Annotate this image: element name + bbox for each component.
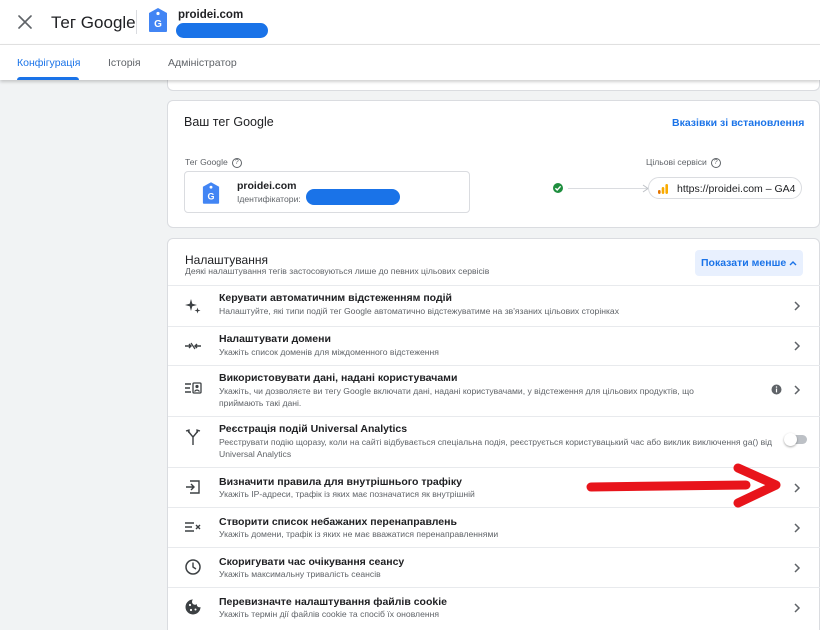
settings-subtitle: Деякі налаштування тегів застосовуються … (185, 266, 490, 276)
active-tab-indicator (17, 77, 79, 80)
row-title: Визначити правила для внутрішнього трафі… (219, 476, 462, 488)
arrows-inward-icon (185, 342, 201, 350)
app-title: Тег Google (51, 13, 136, 32)
list-remove-icon (185, 522, 201, 532)
info-icon[interactable] (771, 384, 782, 395)
toggle-thumb (784, 433, 797, 446)
settings-heading: Налаштування (185, 253, 268, 267)
tab-admin[interactable]: Адміністратор (168, 57, 237, 69)
main-content: Ваш тег Google Вказівки зі встановлення … (0, 72, 820, 630)
connection-status-icon (553, 183, 563, 193)
row-description: Укажіть список доменів для міждоменного … (219, 347, 439, 357)
red-annotation-arrow-icon (586, 463, 781, 508)
your-tag-heading: Ваш тег Google (184, 115, 274, 129)
row-description: Налаштуйте, які типи подій тег Google ав… (219, 306, 619, 316)
settings-row-cookie-settings[interactable]: Перевизначте налаштування файлів cookie … (168, 587, 820, 630)
close-icon (18, 15, 32, 29)
close-button[interactable] (14, 11, 36, 33)
tab-bar: Конфігурація Історія Адміністратор (0, 44, 820, 80)
settings-row-user-provided-data[interactable]: Використовувати дані, надані користувача… (168, 365, 820, 416)
row-title: Перевизначте налаштування файлів cookie (219, 596, 447, 608)
settings-row-unwanted-referrals[interactable]: Створити список небажаних перенаправлень… (168, 507, 820, 547)
show-less-label: Показати менше (701, 257, 787, 269)
row-title: Реєстрація подій Universal Analytics (219, 423, 408, 435)
row-title: Використовувати дані, надані користувача… (219, 372, 458, 384)
row-description: Укажіть, чи дозволяєте ви тегу Google вк… (219, 386, 694, 408)
chevron-up-icon (789, 261, 797, 266)
google-analytics-icon (658, 184, 668, 194)
chevron-right-icon (794, 341, 801, 351)
row-description: Укажіть максимальну тривалість сеансів (219, 569, 381, 579)
row-description: Укажіть термін дії файлів cookie та спос… (219, 609, 440, 619)
cookie-icon (185, 599, 201, 615)
chevron-right-icon (794, 523, 801, 533)
chevron-right-icon (794, 603, 801, 613)
account-name: proidei.com (178, 9, 244, 21)
row-description: Укажіть домени, трафік із яких не має вв… (219, 529, 499, 539)
chevron-right-icon (794, 563, 801, 573)
tag-label-text: Тег Google (185, 157, 228, 167)
redacted-tag-ids (306, 189, 400, 205)
chevron-right-icon (794, 483, 801, 493)
google-tag-icon: G (202, 182, 220, 204)
chevron-right-icon (794, 301, 801, 311)
tag-box[interactable]: G proidei.com Ідентифікатори: (184, 171, 470, 213)
connector-line (568, 188, 648, 189)
google-tag-logo-icon: G (149, 8, 167, 32)
tab-configuration[interactable]: Конфігурація (17, 57, 80, 69)
show-less-button[interactable]: Показати менше (695, 250, 803, 276)
settings-row-session-timeout[interactable]: Скоригувати час очікування сеансу Укажіт… (168, 547, 820, 587)
tag-name: proidei.com (237, 180, 297, 192)
destination-chip[interactable]: https://proidei.com – GA4 (648, 177, 802, 199)
destinations-label: Цільові сервіси? (646, 157, 721, 168)
destinations-label-text: Цільові сервіси (646, 157, 707, 167)
header-divider (136, 10, 137, 34)
help-icon[interactable]: ? (710, 157, 721, 168)
clock-icon (185, 559, 201, 575)
chevron-right-icon (794, 385, 801, 395)
row-title: Скоригувати час очікування сеансу (219, 556, 405, 568)
tag-id-label: Ідентифікатори: (237, 194, 301, 204)
settings-card: Налаштування Деякі налаштування тегів за… (167, 238, 820, 630)
your-tag-card: Ваш тег Google Вказівки зі встановлення … (167, 100, 820, 228)
settings-row-auto-events[interactable]: Керувати автоматичним відстеженням подій… (168, 285, 820, 326)
top-bar: Тег Google G proidei.com (0, 0, 820, 44)
install-instructions-link[interactable]: Вказівки зі встановлення (672, 117, 804, 129)
sparkle-icon (185, 299, 201, 314)
svg-text:G: G (207, 191, 214, 201)
user-data-icon (185, 382, 202, 394)
settings-row-ua-events: Реєстрація подій Universal Analytics Реє… (168, 416, 820, 467)
input-icon (186, 480, 200, 494)
destination-url: https://proidei.com – GA4 (677, 183, 796, 195)
row-title: Керувати автоматичним відстеженням подій (219, 292, 452, 304)
svg-text:G: G (154, 19, 162, 30)
tab-history[interactable]: Історія (108, 57, 141, 69)
row-description: Реєструвати подію щоразу, коли на сайті … (219, 437, 773, 459)
redacted-tag-id (176, 23, 268, 38)
row-title: Створити список небажаних перенаправлень (219, 516, 457, 528)
row-title: Налаштувати домени (219, 333, 331, 345)
help-icon[interactable]: ? (231, 157, 242, 168)
settings-row-domains[interactable]: Налаштувати домени Укажіть список домені… (168, 326, 820, 365)
merge-icon (185, 429, 201, 445)
ua-events-toggle[interactable] (784, 433, 807, 446)
tag-label: Тег Google? (185, 157, 242, 168)
